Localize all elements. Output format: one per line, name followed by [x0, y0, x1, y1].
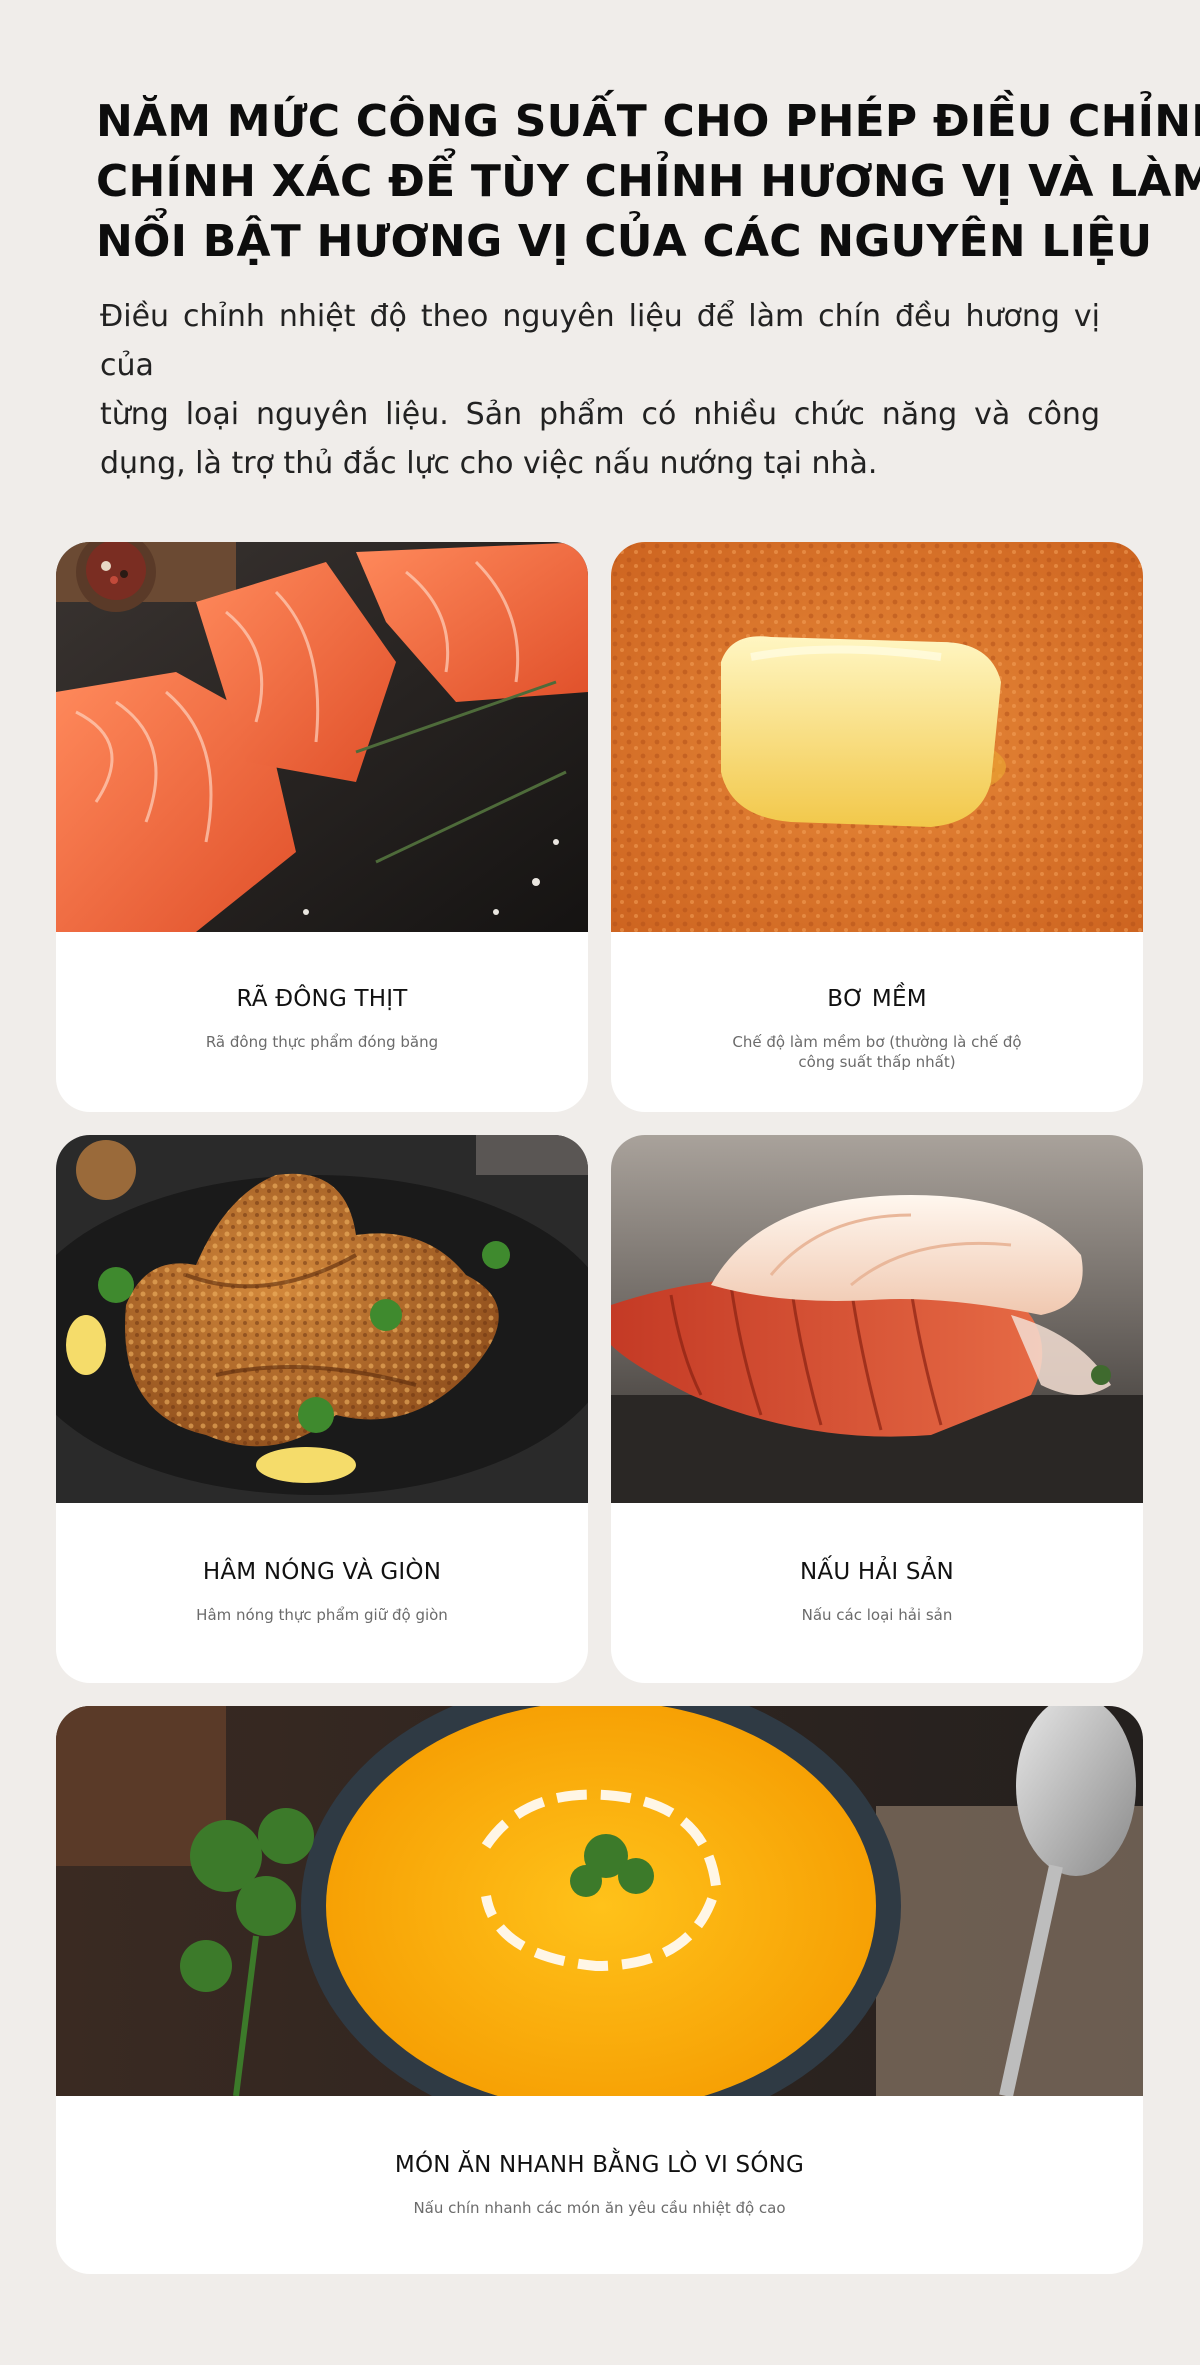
card-title: BƠ MỀM: [827, 986, 927, 1012]
card-subtitle: Chế độ làm mềm bơ (thường là chế độ công…: [671, 1032, 1083, 1072]
card-subtitle: Hâm nóng thực phẩm giữ độ giòn: [116, 1605, 528, 1625]
page-title-line: CHÍNH XÁC ĐỂ TÙY CHỈNH HƯƠNG VỊ VÀ LÀM: [96, 156, 1200, 207]
page-description: Điều chỉnh nhiệt độ theo nguyên liệu để …: [100, 292, 1100, 488]
card-subtitle-line: công suất thấp nhất): [798, 1053, 956, 1071]
card-title: HÂM NÓNG VÀ GIÒN: [202, 1559, 442, 1585]
page-title-line: NỔI BẬT HƯƠNG VỊ CỦA CÁC NGUYÊN LIỆU: [96, 216, 1153, 267]
feature-card-reheat-crispy: HÂM NÓNG VÀ GIÒN Hâm nóng thực phẩm giữ …: [56, 1135, 588, 1683]
page-description-line: dụng, là trợ thủ đắc lực cho việc nấu nư…: [100, 446, 878, 481]
card-subtitle-line: Nấu các loại hải sản: [801, 1606, 953, 1624]
feature-card-soften-butter: BƠ MỀM Chế độ làm mềm bơ (thường là chế …: [611, 542, 1143, 1112]
butter-on-toast-image: [611, 542, 1143, 932]
header-section: NĂM MỨC CÔNG SUẤT CHO PHÉP ĐIỀU CHỈNH CH…: [96, 92, 1200, 481]
card-subtitle-line: Chế độ làm mềm bơ (thường là chế độ: [732, 1033, 1022, 1051]
fried-chicken-image: [56, 1135, 588, 1503]
feature-card-defrost: RÃ ĐÔNG THỊT Rã đông thực phẩm đóng băng: [56, 542, 588, 1112]
page-description-line: Điều chỉnh nhiệt độ theo nguyên liệu để …: [100, 299, 1100, 383]
card-subtitle-line: Rã đông thực phẩm đóng băng: [205, 1033, 439, 1051]
page-title: NĂM MỨC CÔNG SUẤT CHO PHÉP ĐIỀU CHỈNH CH…: [96, 92, 1200, 272]
card-subtitle: Rã đông thực phẩm đóng băng: [116, 1032, 528, 1052]
page-title-line: NĂM MỨC CÔNG SUẤT CHO PHÉP ĐIỀU CHỈNH: [96, 96, 1200, 147]
card-subtitle: Nấu các loại hải sản: [671, 1605, 1083, 1625]
feature-card-quick-microwave: MÓN ĂN NHANH BẰNG LÒ VI SÓNG Nấu chín nh…: [56, 1706, 1143, 2274]
card-subtitle-line: Nấu chín nhanh các món ăn yêu cầu nhiệt …: [413, 2199, 786, 2217]
pumpkin-soup-image: [56, 1706, 1143, 2096]
card-title: MÓN ĂN NHANH BẰNG LÒ VI SÓNG: [394, 2152, 805, 2178]
card-subtitle: Nấu chín nhanh các món ăn yêu cầu nhiệt …: [116, 2198, 1083, 2218]
salmon-fillets-image: [56, 542, 588, 932]
card-title: NẤU HẢI SẢN: [800, 1559, 954, 1585]
feature-card-seafood: NẤU HẢI SẢN Nấu các loại hải sản: [611, 1135, 1143, 1683]
page-description-line: từng loại nguyên liệu. Sản phẩm có nhiều…: [100, 397, 1100, 432]
card-title: RÃ ĐÔNG THỊT: [236, 986, 408, 1012]
lobster-tail-image: [611, 1135, 1143, 1503]
card-subtitle-line: Hâm nóng thực phẩm giữ độ giòn: [196, 1606, 448, 1624]
